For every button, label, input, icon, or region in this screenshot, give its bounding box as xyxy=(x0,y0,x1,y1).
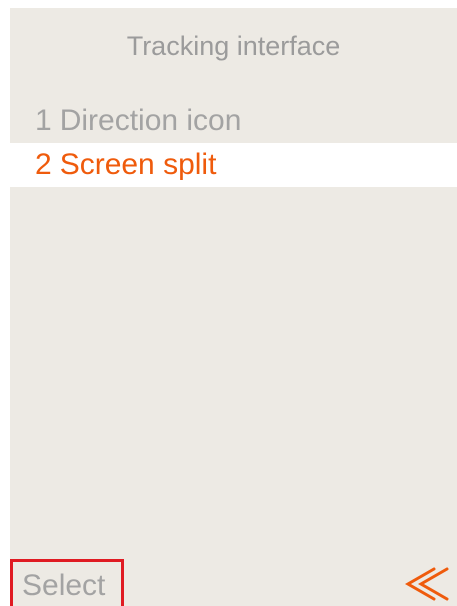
menu-item-number: 2 xyxy=(35,148,52,181)
menu-item-label: Screen split xyxy=(59,148,217,181)
page-title: Tracking interface xyxy=(126,31,341,61)
tracking-interface-screen: Tracking interface 1 Direction icon 2 Scre… xyxy=(10,8,457,606)
back-double-chevron-icon[interactable] xyxy=(404,566,452,602)
menu-item-label: Direction icon xyxy=(59,104,242,137)
menu-item-screen-split[interactable]: 2 Screen split xyxy=(10,143,457,187)
menu-item-direction-icon[interactable]: 1 Direction icon xyxy=(10,99,457,143)
select-softkey-button[interactable]: Select xyxy=(10,559,124,606)
menu-item-number: 1 xyxy=(35,104,52,137)
